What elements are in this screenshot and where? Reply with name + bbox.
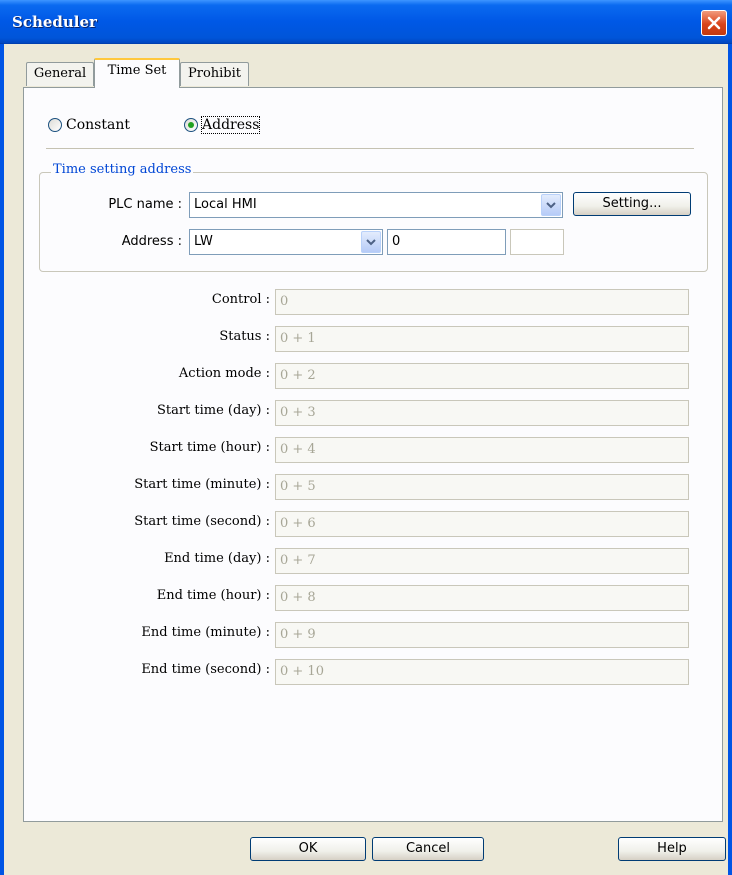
tab-time-set[interactable]: Time Set xyxy=(94,58,180,88)
setting-button[interactable]: Setting... xyxy=(573,192,691,216)
start-second-input[interactable]: 0 + 6 xyxy=(275,511,689,537)
start-day-input[interactable]: 0 + 3 xyxy=(275,400,689,426)
action-mode-input[interactable]: 0 + 2 xyxy=(275,363,689,389)
control-input[interactable]: 0 xyxy=(275,289,689,315)
constant-label: Constant xyxy=(66,117,130,133)
address-label: Address xyxy=(200,116,261,134)
constant-radio[interactable]: Constant xyxy=(48,117,130,133)
end-hour-input[interactable]: 0 + 8 xyxy=(275,585,689,611)
end-hour-label: End time (hour) : xyxy=(156,588,270,603)
address-field-label: Address : xyxy=(121,234,182,249)
start-minute-input[interactable]: 0 + 5 xyxy=(275,474,689,500)
end-day-label: End time (day) : xyxy=(164,551,270,566)
address-value-input[interactable]: 0 xyxy=(387,229,506,255)
start-hour-input[interactable]: 0 + 4 xyxy=(275,437,689,463)
close-button[interactable] xyxy=(701,10,727,36)
plc-name-label: PLC name : xyxy=(108,197,182,212)
plc-name-value: Local HMI xyxy=(194,197,257,212)
address-device-select[interactable]: LW xyxy=(189,229,383,255)
radio-circle-checked[interactable] xyxy=(184,118,198,132)
ok-button[interactable]: OK xyxy=(250,837,366,861)
plc-name-select[interactable]: Local HMI xyxy=(189,192,563,218)
close-icon xyxy=(707,16,721,30)
end-day-input[interactable]: 0 + 7 xyxy=(275,548,689,574)
control-label: Control : xyxy=(211,292,270,307)
status-input[interactable]: 0 + 1 xyxy=(275,326,689,352)
start-second-label: Start time (second) : xyxy=(134,514,270,529)
help-button[interactable]: Help xyxy=(618,837,726,861)
time-setting-group xyxy=(39,172,708,272)
window-frame-right xyxy=(728,44,732,875)
end-second-input[interactable]: 0 + 10 xyxy=(275,659,689,685)
status-label: Status : xyxy=(219,329,270,344)
start-day-label: Start time (day) : xyxy=(156,403,270,418)
start-minute-label: Start time (minute) : xyxy=(134,477,270,492)
end-minute-input[interactable]: 0 + 9 xyxy=(275,622,689,648)
radio-circle[interactable] xyxy=(48,118,62,132)
group-legend: Time setting address xyxy=(51,162,194,177)
tab-prohibit[interactable]: Prohibit xyxy=(180,62,249,86)
tab-general[interactable]: General xyxy=(26,62,94,86)
title-bar: Scheduler xyxy=(0,0,732,44)
window-title: Scheduler xyxy=(12,13,97,31)
separator xyxy=(46,148,694,149)
action-mode-label: Action mode : xyxy=(178,366,270,381)
chevron-down-icon[interactable] xyxy=(361,231,381,253)
window-frame-left xyxy=(0,44,4,875)
start-hour-label: Start time (hour) : xyxy=(149,440,270,455)
end-minute-label: End time (minute) : xyxy=(141,625,270,640)
address-radio[interactable]: Address xyxy=(184,116,261,134)
address-extra-input[interactable] xyxy=(510,229,564,255)
end-second-label: End time (second) : xyxy=(141,662,270,677)
chevron-down-icon[interactable] xyxy=(541,194,561,216)
address-device-value: LW xyxy=(194,234,213,249)
cancel-button[interactable]: Cancel xyxy=(372,837,484,861)
